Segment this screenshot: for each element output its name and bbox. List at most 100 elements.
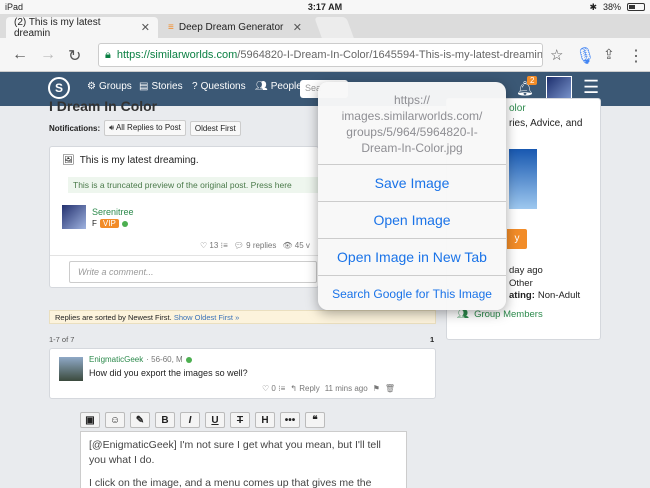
post-text: This is my latest dreaming. bbox=[79, 155, 199, 166]
likes-count: 13 bbox=[209, 241, 219, 250]
site-logo[interactable]: S bbox=[48, 77, 70, 99]
post-heading: I Dream In Color bbox=[49, 98, 158, 114]
members-label: Group Members bbox=[474, 309, 543, 320]
emoji-icon[interactable]: ☺ bbox=[105, 412, 125, 428]
oldest-first-button[interactable]: Oldest First bbox=[189, 120, 241, 136]
nav-people[interactable]: 👥︎ People bbox=[255, 81, 302, 92]
sort-notice: Replies are sorted by Newest First. Show… bbox=[49, 310, 436, 324]
address-bar-row: ← → ↻ 🔒︎ https://similarworlds.com/59648… bbox=[0, 38, 650, 72]
nav-questions[interactable]: ? Questions bbox=[192, 81, 246, 92]
more-icon[interactable]: ••• bbox=[280, 412, 300, 428]
reply-header: EnigmaticGeek · 56-60, M bbox=[89, 355, 192, 364]
image-icon: 🖼︎ bbox=[62, 155, 75, 166]
group-image[interactable] bbox=[509, 149, 537, 209]
notif-replies-label: All Replies to Post bbox=[115, 123, 181, 132]
mic-icon[interactable]: 🎙︎ bbox=[575, 46, 595, 66]
back-icon[interactable]: ← bbox=[12, 46, 28, 64]
group-type: Other bbox=[509, 278, 533, 289]
vip-badge: VIP bbox=[99, 219, 119, 228]
heading-icon[interactable]: H bbox=[255, 412, 275, 428]
search-google-image-button[interactable]: Search Google for This Image bbox=[318, 276, 506, 310]
reply-avatar[interactable] bbox=[59, 357, 83, 381]
close-icon[interactable]: ✕ bbox=[141, 21, 150, 34]
author-meta: F VIP bbox=[92, 219, 128, 228]
menu-icon[interactable]: ⋮ bbox=[628, 46, 644, 66]
like-button[interactable]: ♡ 13 ⁝≡ bbox=[200, 241, 228, 250]
notifications-row: Notifications: 🔊︎ All Replies to Post Ol… bbox=[49, 120, 241, 136]
stories-icon: ▤ bbox=[139, 81, 149, 92]
notification-count: 2 bbox=[527, 76, 538, 85]
reply-card: EnigmaticGeek · 56-60, M How did you exp… bbox=[49, 348, 436, 399]
online-dot bbox=[185, 356, 192, 363]
forward-icon[interactable]: → bbox=[40, 46, 56, 64]
brush-icon[interactable]: ✎ bbox=[130, 412, 150, 428]
reply-actions: ♡ 0 ⁝≡ ↰ Reply 11 mins ago ⚑ 🗑︎ bbox=[262, 384, 395, 393]
paging-range: 1-7 of 7 bbox=[49, 335, 75, 344]
rating-value: Non-Adult bbox=[537, 290, 581, 301]
reply-likes: 0 bbox=[271, 384, 276, 393]
star-icon[interactable]: ☆ bbox=[550, 46, 563, 64]
notif-replies-button[interactable]: 🔊︎ All Replies to Post bbox=[104, 120, 186, 136]
insert-image-icon[interactable]: ▣ bbox=[80, 412, 100, 428]
share-icon[interactable]: ⇪ bbox=[603, 46, 615, 63]
views-value: 45 v bbox=[294, 241, 310, 250]
italic-icon[interactable]: I bbox=[180, 412, 200, 428]
nav-groups-label: Groups bbox=[98, 81, 132, 92]
post-stats: ♡ 13 ⁝≡ 💬︎ 9 replies 👁︎ 45 v bbox=[200, 241, 310, 250]
replies-link[interactable]: 💬︎ 9 replies bbox=[234, 241, 277, 250]
comment-input[interactable]: Write a comment... bbox=[69, 261, 317, 283]
url-path: /5964820-I-Dream-In-Color/1645594-This-i… bbox=[237, 49, 543, 61]
url-field[interactable]: 🔒︎ https://similarworlds.com/5964820-I-D… bbox=[98, 43, 543, 67]
join-button[interactable]: y bbox=[507, 229, 527, 249]
trash-icon[interactable]: 🗑︎ bbox=[385, 384, 395, 393]
divider bbox=[50, 255, 318, 256]
save-image-button[interactable]: Save Image bbox=[318, 165, 506, 202]
lock-icon: 🔒︎ bbox=[105, 48, 111, 61]
nav-questions-label: Questions bbox=[200, 81, 246, 92]
reply-editor[interactable]: [@EnigmaticGeek] I'm not sure I get what… bbox=[80, 431, 407, 488]
group-rating: ating: Non-Adult bbox=[509, 290, 580, 301]
flag-icon[interactable]: ⚑ bbox=[373, 384, 380, 393]
underline-icon[interactable]: U bbox=[205, 412, 225, 428]
group-desc: ries, Advice, and bbox=[509, 118, 583, 129]
open-image-new-tab-button[interactable]: Open Image in New Tab bbox=[318, 239, 506, 276]
ios-status-bar: iPad 3:17 AM ✱ 38% bbox=[0, 0, 650, 14]
quote-icon[interactable]: ❝ bbox=[305, 412, 325, 428]
members-icon: 👥︎ bbox=[457, 309, 470, 320]
hamburger-icon[interactable]: ☰ bbox=[583, 77, 599, 98]
preview-note[interactable]: This is a truncated preview of the origi… bbox=[68, 177, 328, 193]
show-oldest-link[interactable]: Show Oldest First » bbox=[174, 313, 239, 322]
sort-text: Replies are sorted by Newest First. bbox=[55, 313, 172, 322]
tab-deep-dream[interactable]: ≡ Deep Dream Generator ✕ bbox=[160, 17, 310, 38]
author-name[interactable]: Serenitree bbox=[92, 207, 134, 217]
reply-author[interactable]: EnigmaticGeek bbox=[89, 355, 143, 364]
strikethrough-icon[interactable]: T bbox=[230, 412, 250, 428]
notifications-label: Notifications: bbox=[49, 123, 101, 133]
author-gender: F bbox=[92, 219, 97, 228]
close-icon[interactable]: ✕ bbox=[293, 21, 302, 34]
open-image-button[interactable]: Open Image bbox=[318, 202, 506, 239]
reply-meta: · 56-60, M bbox=[146, 355, 183, 364]
reload-icon[interactable]: ↻ bbox=[68, 46, 81, 66]
reply-like-button[interactable]: ♡ 0 ⁝≡ bbox=[262, 384, 285, 393]
url-host: https://similarworlds.com bbox=[116, 49, 238, 61]
group-title[interactable]: olor bbox=[509, 103, 526, 114]
post-card: 🖼︎ This is my latest dreaming. This is a … bbox=[49, 146, 328, 288]
rating-label: ating: bbox=[509, 290, 535, 301]
nav-groups[interactable]: ⚙ Groups bbox=[87, 81, 132, 92]
reply-text: How did you export the images so well? bbox=[89, 368, 248, 378]
battery-icon bbox=[627, 3, 645, 11]
author-avatar[interactable] bbox=[62, 205, 86, 229]
deep-dream-favicon-icon: ≡ bbox=[168, 22, 174, 33]
online-dot bbox=[121, 220, 128, 227]
page-number[interactable]: 1 bbox=[430, 335, 434, 344]
reply-button[interactable]: ↰ Reply bbox=[290, 384, 319, 393]
group-members-link[interactable]: 👥︎ Group Members bbox=[457, 309, 543, 320]
views-count: 👁︎ 45 v bbox=[282, 241, 310, 250]
tab-similarworlds[interactable]: (2) This is my latest dreamin ✕ bbox=[6, 17, 158, 39]
nav-stories[interactable]: ▤ Stories bbox=[139, 81, 183, 92]
new-tab-button[interactable] bbox=[314, 17, 354, 38]
bold-icon[interactable]: B bbox=[155, 412, 175, 428]
nav-people-label: People bbox=[270, 81, 302, 92]
editor-text: [@EnigmaticGeek] I'm not sure I get what… bbox=[89, 439, 381, 466]
